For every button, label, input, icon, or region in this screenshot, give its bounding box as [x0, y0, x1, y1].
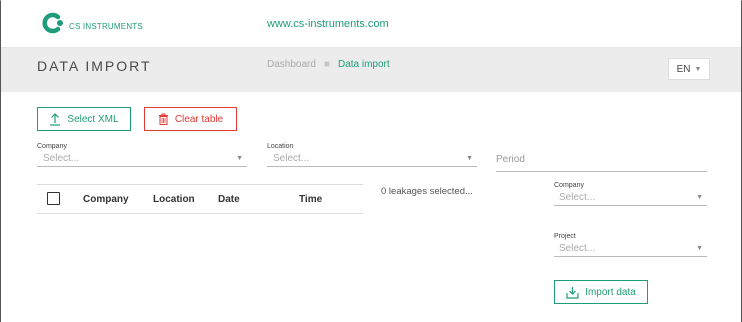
import-data-button[interactable]: Import data: [554, 280, 648, 304]
column-header-location[interactable]: Location: [153, 194, 195, 205]
chevron-down-icon: ▼: [466, 155, 473, 162]
column-header-company[interactable]: Company: [83, 194, 129, 205]
import-icon: [566, 286, 579, 299]
import-data-label: Import data: [585, 286, 636, 298]
location-filter-label: Location: [267, 143, 294, 150]
website-link[interactable]: www.cs-instruments.com: [267, 18, 389, 30]
cs-logo-icon: [42, 12, 63, 34]
select-xml-button[interactable]: Select XML: [37, 107, 131, 131]
select-all-checkbox[interactable]: [47, 192, 60, 205]
top-bar: CS INSTRUMENTS www.cs-instruments.com: [1, 0, 741, 48]
period-placeholder: Period: [496, 154, 525, 165]
upload-icon: [50, 112, 61, 126]
page-header: DATA IMPORT Dashboard ■ Data import EN ▼: [1, 48, 741, 92]
column-header-date[interactable]: Date: [218, 194, 240, 205]
import-project-placeholder: Select...: [559, 243, 596, 254]
column-header-time[interactable]: Time: [299, 194, 322, 205]
breadcrumb-data-import: Data import: [337, 59, 390, 70]
location-filter-placeholder: Select...: [273, 153, 310, 164]
table-header: Company Location Date Time: [37, 184, 363, 214]
import-company-placeholder: Select...: [559, 192, 596, 203]
brand-logo[interactable]: CS INSTRUMENTS: [41, 12, 143, 34]
language-value: EN: [676, 63, 691, 75]
chevron-down-icon: ▼: [696, 245, 703, 252]
import-company-label: Company: [554, 182, 584, 189]
breadcrumb-dashboard[interactable]: Dashboard: [267, 59, 316, 70]
chevron-down-icon: ▼: [696, 194, 703, 201]
page-title: DATA IMPORT: [37, 58, 152, 74]
import-company-select[interactable]: Select... ▼: [554, 190, 707, 206]
breadcrumb-separator: ■: [323, 59, 330, 70]
trash-icon: [158, 113, 168, 125]
location-filter-select[interactable]: Select... ▼: [267, 151, 477, 167]
logo-text: CS INSTRUMENTS: [69, 21, 143, 31]
chevron-down-icon: ▼: [694, 65, 702, 73]
clear-table-button[interactable]: Clear table: [144, 107, 237, 131]
breadcrumb: Dashboard ■ Data import: [267, 59, 390, 70]
period-input[interactable]: Period: [496, 154, 707, 172]
chevron-down-icon: ▼: [236, 155, 243, 162]
language-select[interactable]: EN ▼: [668, 58, 710, 80]
company-filter-select[interactable]: Select... ▼: [37, 151, 247, 167]
company-filter-label: Company: [37, 143, 67, 150]
clear-table-label: Clear table: [174, 113, 224, 125]
company-filter-placeholder: Select...: [43, 153, 80, 164]
import-project-label: Project: [554, 233, 576, 240]
select-xml-label: Select XML: [67, 113, 119, 125]
selection-status: 0 leakages selected...: [381, 186, 473, 197]
import-project-select[interactable]: Select... ▼: [554, 241, 707, 257]
